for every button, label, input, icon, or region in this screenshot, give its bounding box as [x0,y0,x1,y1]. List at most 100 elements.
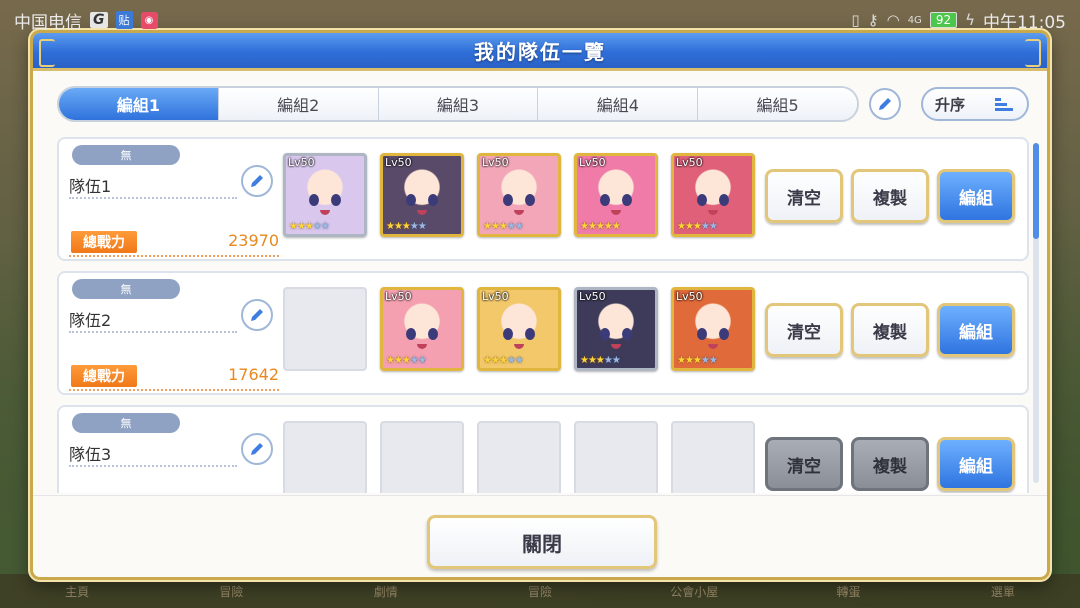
team-actions: 清空 複製 編組 [765,303,1015,357]
rename-team-button[interactable] [241,299,273,331]
rename-group-button[interactable] [869,88,901,120]
pencil-icon [251,175,263,187]
clear-button[interactable]: 清空 [765,169,843,223]
star-rating: ★★★★★ [580,355,621,366]
nav-item: 劇情 [373,584,398,599]
level-label: Lv50 [579,156,606,169]
level-label: Lv50 [288,156,315,169]
character-face [688,178,738,222]
character-face [397,312,447,356]
character-icon[interactable]: Lv50 ★★★★★ [477,287,561,371]
character-face [591,312,641,356]
tab-group-4[interactable]: 編組4 [538,88,699,120]
battery-icon: 92 [929,12,958,28]
status-bar: 中国电信 G 贴 ◉ ▯ ⚷ ◠ 4G 92 ϟ 中午11:05 [0,0,1080,40]
tab-group-3[interactable]: 編組3 [378,88,539,120]
empty-slot[interactable] [283,421,367,493]
team-actions: 清空 複製 編組 [765,437,1015,491]
star-rating: ★★★★★ [677,221,718,232]
level-label: Lv50 [482,290,509,303]
total-power-label: 總戰力 [71,231,137,253]
edit-team-button[interactable]: 編組 [937,303,1015,357]
level-label: Lv50 [482,156,509,169]
team-name: 隊伍2 [69,311,112,330]
tab-group-5[interactable]: 編組5 [698,88,857,120]
character-face [688,312,738,356]
character-face [397,178,447,222]
power-underline [69,389,279,391]
team-name: 隊伍1 [69,177,112,196]
team-actions: 清空 複製 編組 [765,169,1015,223]
clear-button[interactable]: 清空 [765,437,843,491]
character-icon[interactable]: Lv50 ★★★★★ [574,153,658,237]
tab-group-1[interactable]: 編組1 [59,88,219,120]
tieba-icon: 贴 [115,11,133,29]
empty-slot[interactable] [671,421,755,493]
level-label: Lv50 [676,290,703,303]
clear-button[interactable]: 清空 [765,303,843,357]
team-list[interactable]: 無 隊伍1 總戰力 23970 Lv50 ★★★★★ Lv50 ★★★★★ Lv… [37,137,1047,493]
empty-slot[interactable] [574,421,658,493]
empty-slot[interactable] [477,421,561,493]
team-name: 隊伍3 [69,445,112,464]
member-slots [283,421,755,493]
scrollbar[interactable] [1033,143,1039,483]
empty-slot[interactable] [283,287,367,371]
character-icon[interactable]: Lv50 ★★★★★ [671,287,755,371]
character-face [494,178,544,222]
character-icon[interactable]: Lv50 ★★★★★ [574,287,658,371]
character-icon[interactable]: Lv50 ★★★★★ [283,153,367,237]
total-power-label: 總戰力 [71,365,137,387]
signal-icon: 4G [907,14,922,26]
nav-item: 選單 [990,584,1015,599]
star-rating: ★★★★★ [483,221,524,232]
name-underline [69,465,237,467]
nav-item: 轉蛋 [836,584,861,599]
nav-item: 主頁 [65,584,90,599]
team-group-tabs: 編組1 編組2 編組3 編組4 編組5 [57,86,859,122]
scrollbar-thumb[interactable] [1033,143,1039,239]
attribute-badge: 無 [72,413,180,433]
team-info: 無 隊伍2 總戰力 17642 [69,279,279,391]
edit-team-button[interactable]: 編組 [937,169,1015,223]
copy-button[interactable]: 複製 [851,437,929,491]
pencil-icon [879,98,891,110]
edit-team-button[interactable]: 編組 [937,437,1015,491]
rename-team-button[interactable] [241,165,273,197]
star-rating: ★★★★★ [386,221,427,232]
team-row: 無 隊伍3 清空 複製 編組 [57,405,1029,493]
vibrate-icon: ▯ [851,11,860,29]
empty-slot[interactable] [380,421,464,493]
copy-button[interactable]: 複製 [851,169,929,223]
level-label: Lv50 [676,156,703,169]
character-icon[interactable]: Lv50 ★★★★★ [477,153,561,237]
member-slots: Lv50 ★★★★★ Lv50 ★★★★★ Lv50 ★★★★★ Lv50 ★★… [283,287,755,371]
pencil-icon [251,309,263,321]
total-power-value: 17642 [228,365,279,384]
attribute-badge: 無 [72,279,180,299]
character-icon[interactable]: Lv50 ★★★★★ [671,153,755,237]
sort-order-button[interactable]: 升序 [921,87,1029,121]
team-info: 無 隊伍3 [69,413,279,493]
star-rating: ★★★★★ [483,355,524,366]
level-label: Lv50 [385,290,412,303]
modal-title: 我的隊伍一覽 [474,40,606,64]
character-face [300,178,350,222]
nav-item: 冒險 [219,584,244,599]
charging-icon: ϟ [965,11,975,29]
level-label: Lv50 [385,156,412,169]
character-face [591,178,641,222]
total-power-value: 23970 [228,231,279,250]
name-underline [69,331,237,333]
footer-divider [33,495,1047,496]
wifi-icon: ◠ [886,11,900,29]
carrier-name: 中国电信 [14,12,82,33]
record-icon: ◉ [140,11,158,29]
character-icon[interactable]: Lv50 ★★★★★ [380,287,464,371]
character-icon[interactable]: Lv50 ★★★★★ [380,153,464,237]
rename-team-button[interactable] [241,433,273,465]
team-info: 無 隊伍1 總戰力 23970 [69,145,279,257]
tab-group-2[interactable]: 編組2 [218,88,379,120]
copy-button[interactable]: 複製 [851,303,929,357]
close-button[interactable]: 關閉 [427,515,657,569]
